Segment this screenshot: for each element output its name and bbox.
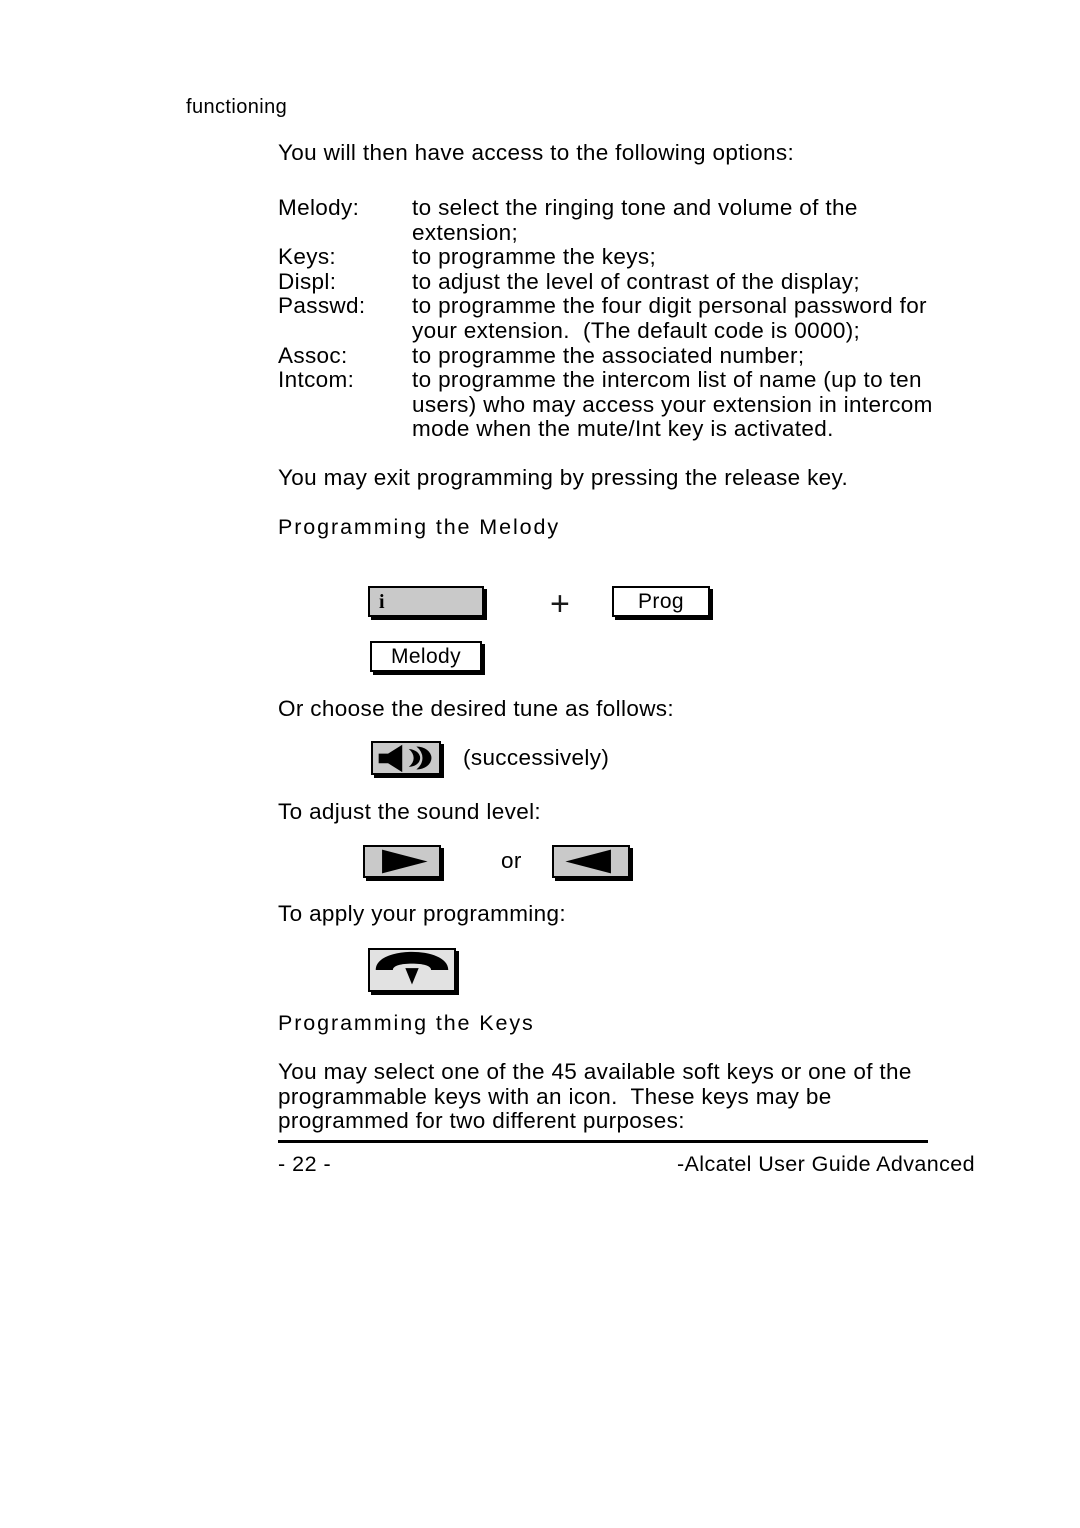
page-footer: - 22 - -Alcatel User Guide Advanced [278, 1152, 978, 1182]
arrow-right-button[interactable] [363, 845, 441, 878]
option-definition: to programme the four digit personal pas… [412, 293, 927, 343]
option-definition: to programme the intercom list of name (… [412, 367, 933, 442]
key-info-label: i [379, 591, 385, 613]
footer-page-number: - 22 - [278, 1152, 332, 1176]
option-definition: to programme the associated number; [412, 342, 805, 368]
option-row-passwd: Passwd: to programme the four digit pers… [278, 294, 978, 343]
option-definition: to adjust the level of contrast of the d… [412, 268, 860, 294]
keys-body-paragraph: You may select one of the 45 available s… [278, 1059, 912, 1134]
option-row-melody: Melody: to select the ringing tone and v… [278, 195, 978, 245]
apply-programming-paragraph: To apply your programming: [278, 901, 566, 926]
key-melody-label: Melody [390, 645, 462, 668]
key-info-button[interactable]: i [368, 586, 484, 617]
option-term: Keys: [278, 244, 337, 270]
option-row-assoc: Assoc: to programme the associated numbe… [278, 342, 978, 369]
option-term: Intcom: [278, 367, 355, 393]
footer-guide-title: -Alcatel User Guide Advanced [676, 1152, 975, 1176]
option-term: Displ: [278, 268, 337, 294]
option-term: Passwd: [278, 293, 366, 319]
release-handset-button[interactable] [368, 948, 456, 992]
option-definition: to programme the keys; [412, 244, 657, 270]
key-melody-button[interactable]: Melody [370, 641, 482, 672]
speaker-icon-button[interactable] [371, 741, 441, 775]
option-row-keys: Keys: to programme the keys; [278, 245, 978, 270]
arrow-right-icon [382, 849, 428, 874]
options-list: Melody: to select the ringing tone and v… [278, 195, 978, 442]
section-heading-melody: Programming the Melody [278, 515, 560, 539]
successively-note: (successively) [463, 745, 610, 770]
option-term: Assoc: [278, 342, 348, 368]
key-prog-button[interactable]: Prog [612, 586, 710, 617]
sound-level-paragraph: To adjust the sound level: [278, 799, 542, 824]
key-prog-label: Prog [638, 590, 684, 613]
speaker-icon [378, 744, 432, 773]
option-term: Melody: [278, 195, 360, 220]
section-heading-keys: Programming the Keys [278, 1011, 535, 1035]
arrow-left-button[interactable] [552, 845, 630, 878]
footer-divider [278, 1140, 928, 1143]
exit-paragraph: You may exit programming by pressing the… [278, 465, 849, 490]
handset-hangup-icon [375, 951, 449, 985]
choose-tune-paragraph: Or choose the desired tune as follows: [278, 696, 675, 721]
or-note: or [501, 848, 522, 873]
option-row-displ: Displ: to adjust the level of contrast o… [278, 268, 978, 295]
option-row-intcom: Intcom: to programme the intercom list o… [278, 367, 978, 442]
option-definition: to select the ringing tone and volume of… [412, 195, 858, 245]
intro-paragraph: You will then have access to the followi… [278, 140, 795, 165]
arrow-left-icon [565, 849, 611, 874]
running-head: functioning [186, 96, 288, 118]
document-page: functioning You will then have access to… [0, 0, 1080, 1528]
plus-symbol: + [550, 585, 570, 623]
